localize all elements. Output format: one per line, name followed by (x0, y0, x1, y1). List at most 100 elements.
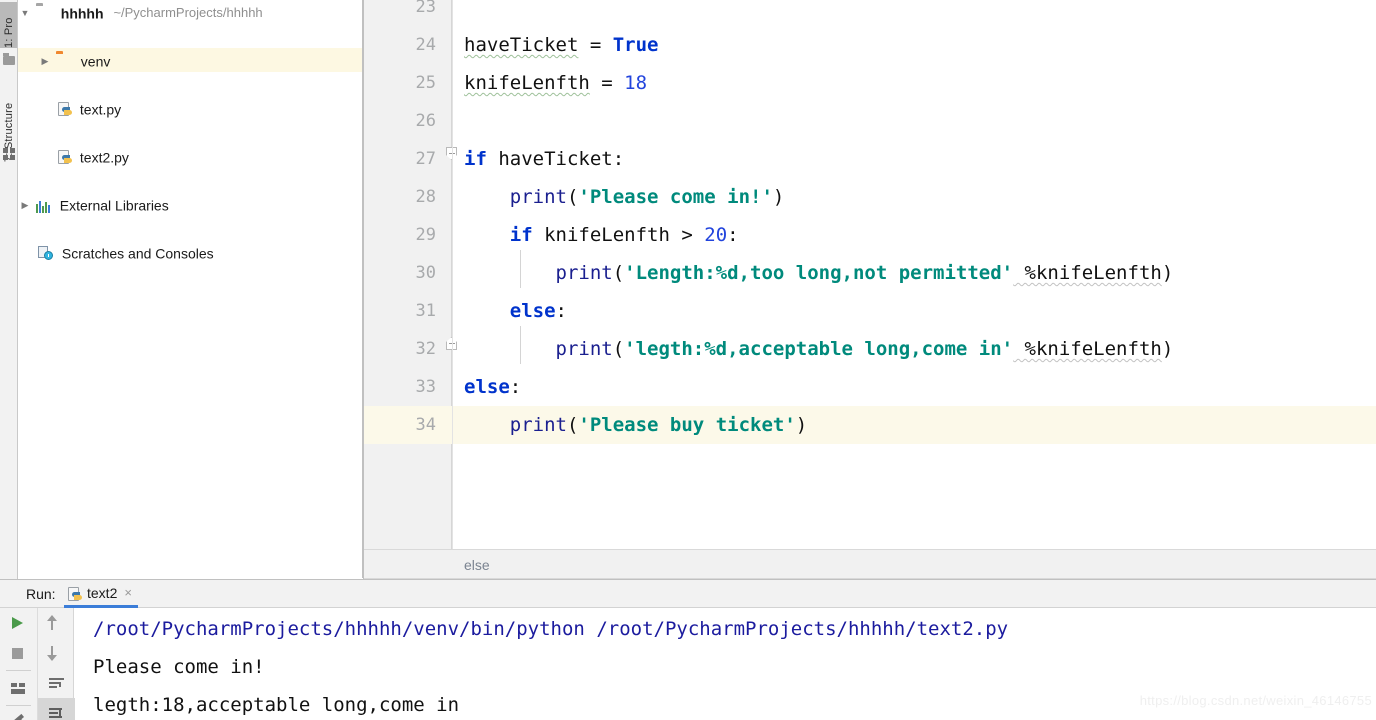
line-code[interactable]: else: (464, 368, 521, 406)
code-token: ( (566, 414, 579, 436)
tree-item-venv[interactable]: ▶ venv (18, 48, 362, 72)
code-token: %knifeLenfth (1013, 338, 1162, 360)
run-tab-text2[interactable]: text2 × (64, 580, 138, 608)
code-token: ) (795, 414, 808, 436)
editor-line[interactable]: 23 (364, 0, 1376, 26)
code-token: haveTicket: (486, 148, 625, 170)
code-token: 20 (704, 224, 728, 246)
tree-item-external-libraries[interactable]: ▶ External Libraries (18, 192, 362, 216)
code-token: : (555, 300, 567, 322)
print-button[interactable] (0, 673, 37, 703)
code-token: 'Please buy ticket' (578, 414, 796, 436)
tree-item-text2-py[interactable]: text2.py (18, 144, 362, 168)
run-tool-window: Run: text2 × /root/PycharmProjects/hhhhh… (0, 579, 1376, 720)
tree-item-scratches-and-consoles[interactable]: Scratches and Consoles (18, 240, 362, 264)
code-token: 'legth:%d,acceptable long,come in' (624, 338, 1014, 360)
editor-line[interactable]: 33 else: (364, 368, 1376, 406)
breadcrumb-bar[interactable]: else (364, 549, 1376, 579)
watermark: https://blog.csdn.net/weixin_46146755 (1139, 693, 1372, 708)
code-token: ( (612, 262, 625, 284)
python-file-icon (68, 587, 82, 602)
run-tab-bar: Run: text2 × (0, 580, 1376, 608)
up-button[interactable] (38, 608, 75, 638)
code-token: 18 (624, 72, 648, 94)
run-label: Run: (26, 586, 56, 602)
line-code[interactable]: if haveTicket: (464, 140, 624, 178)
editor-line[interactable]: 29 if knifeLenfth > 20: (364, 216, 1376, 254)
project-tab-icon (3, 53, 15, 66)
line-number: 28 (415, 187, 436, 207)
play-icon (12, 617, 23, 629)
line-number: 29 (415, 225, 436, 245)
stop-button[interactable] (0, 638, 37, 668)
toolbar-divider (6, 670, 31, 671)
sidebar-tab-project[interactable]: 1: Pro (0, 2, 17, 48)
indent-guide (520, 326, 521, 364)
project-tool-window[interactable]: ▼ hhhhh ~/PycharmProjects/hhhhh ▶ venv t… (18, 0, 363, 578)
line-code[interactable]: knifeLenfth = 18 (464, 64, 647, 102)
soft-wrap-button[interactable] (38, 668, 75, 698)
chevron-down-icon[interactable]: ▼ (18, 1, 32, 25)
pycharm-window: 1: Pro 7: Structure ▼ hhhhh ~/PycharmPro… (0, 0, 1376, 720)
line-number: 24 (415, 35, 436, 55)
chevron-right-icon[interactable]: ▶ (38, 49, 52, 73)
code-token: : (727, 224, 739, 246)
breadcrumb[interactable]: else (464, 550, 490, 580)
scratches-icon (38, 246, 54, 261)
tree-item-project-root[interactable]: ▼ hhhhh ~/PycharmProjects/hhhhh (18, 0, 362, 24)
editor-line[interactable]: 25 knifeLenfth = 18 (364, 64, 1376, 102)
down-button[interactable] (38, 638, 75, 668)
code-token: True (612, 34, 659, 56)
tree-item-text-py[interactable]: text.py (18, 96, 362, 120)
tree-item-label: text.py (79, 101, 122, 118)
editor-line[interactable]: 27 if haveTicket: (364, 140, 1376, 178)
pin-tab-button[interactable] (0, 708, 37, 720)
line-code[interactable]: print('Please buy ticket') (464, 406, 807, 444)
code-token: print (509, 414, 567, 436)
line-code[interactable]: print('Length:%d,too long,not permitted'… (464, 254, 1174, 292)
tree-item-label: venv (80, 53, 111, 70)
line-number: 34 (415, 415, 436, 435)
line-code[interactable]: print('legth:%d,acceptable long,come in'… (464, 330, 1174, 368)
line-code[interactable]: print('Please come in!') (464, 178, 785, 216)
line-number: 30 (415, 263, 436, 283)
code-token: ( (612, 338, 625, 360)
code-token: if (509, 224, 533, 246)
soft-wrap-icon (49, 678, 64, 689)
editor-line[interactable]: 34 print('Please buy ticket') (364, 406, 1376, 444)
line-code[interactable]: haveTicket = True (464, 26, 658, 64)
console-command-line[interactable]: /root/PycharmProjects/hhhhh/venv/bin/pyt… (75, 610, 1376, 648)
editor-line[interactable]: 28 print('Please come in!') (364, 178, 1376, 216)
line-number: 31 (415, 301, 436, 321)
run-tab-label: text2 (87, 584, 118, 601)
line-code[interactable]: else: (464, 292, 567, 330)
editor-line[interactable]: 24 haveTicket = True (364, 26, 1376, 64)
code-token: ( (566, 186, 579, 208)
chevron-right-icon[interactable]: ▶ (18, 193, 32, 217)
tool-window-tab-strip: 1: Pro 7: Structure (0, 0, 18, 580)
project-path: ~/PycharmProjects/hhhhh (113, 5, 263, 21)
code-token: knifeLenfth > (532, 224, 705, 246)
line-number: 27 (415, 149, 436, 169)
editor-line[interactable]: 26 (364, 102, 1376, 140)
arrow-down-icon (48, 646, 56, 661)
stop-icon (12, 648, 23, 659)
editor-line[interactable]: 30 print('Length:%d,too long,not permitt… (364, 254, 1376, 292)
line-number: 33 (415, 377, 436, 397)
arrow-up-icon (48, 615, 56, 630)
print-icon (11, 683, 25, 694)
code-token: else (509, 300, 556, 322)
code-editor[interactable]: 23 24 haveTicket = True 25 knifeLenfth = 18 2… (364, 0, 1376, 549)
close-icon[interactable]: × (124, 585, 132, 600)
tree-item-label: Scratches and Consoles (61, 245, 214, 262)
code-token: ) (1161, 262, 1174, 284)
python-file-icon (58, 102, 72, 117)
editor-line[interactable]: 32 print('legth:%d,acceptable long,come … (364, 330, 1376, 368)
line-code[interactable]: if knifeLenfth > 20: (464, 216, 739, 254)
scroll-to-end-button[interactable] (38, 698, 75, 720)
editor-line[interactable]: 31 else: (364, 292, 1376, 330)
python-file-icon (58, 150, 72, 165)
rerun-button[interactable] (0, 608, 37, 638)
